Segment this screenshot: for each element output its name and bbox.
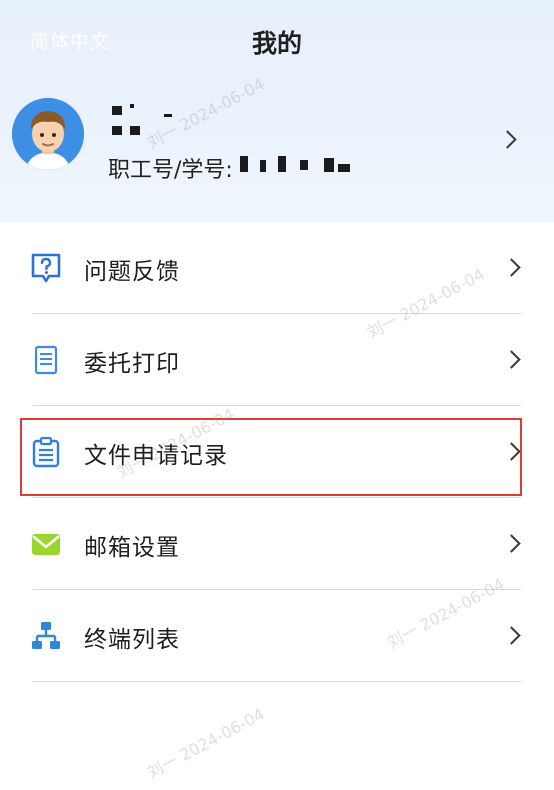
name-redacted xyxy=(108,104,198,136)
menu-item-label: 终端列表 xyxy=(84,627,180,653)
profile-card[interactable]: 职工号/学号: xyxy=(0,92,554,188)
staff-id-label: 职工号/学号: xyxy=(108,158,233,183)
chevron-right-icon xyxy=(502,626,521,645)
chevron-right-icon xyxy=(502,442,521,461)
user-avatar-icon xyxy=(12,98,84,170)
chevron-right-icon xyxy=(502,350,521,369)
page-title: 我的 xyxy=(251,29,302,58)
menu-item-label: 问题反馈 xyxy=(84,259,180,285)
chevron-right-icon xyxy=(502,534,521,553)
clipboard-record-icon xyxy=(32,436,60,468)
chevron-right-icon xyxy=(498,130,517,149)
feedback-question-icon xyxy=(31,253,61,283)
profile-header: 简体中文 我的 职工号/学号: xyxy=(0,0,554,222)
menu-item-mail-settings[interactable]: 邮箱设置 xyxy=(12,498,542,590)
menu-item-print[interactable]: 委托打印 xyxy=(12,314,542,406)
menu-list: 问题反馈 委托打印 文件申请记录 邮箱设置 终端列表 xyxy=(12,222,542,682)
terminal-network-icon xyxy=(32,622,60,649)
mail-envelope-icon xyxy=(32,534,60,555)
chevron-right-icon xyxy=(502,258,521,277)
menu-item-label: 文件申请记录 xyxy=(84,443,228,469)
menu-item-file-application-records[interactable]: 文件申请记录 xyxy=(12,406,542,498)
menu-item-terminal-list[interactable]: 终端列表 xyxy=(12,590,542,682)
staff-id-redacted xyxy=(240,156,360,176)
avatar xyxy=(12,98,84,170)
menu-item-label: 委托打印 xyxy=(84,351,180,377)
divider xyxy=(33,681,521,682)
menu-item-label: 邮箱设置 xyxy=(84,535,180,561)
document-print-icon xyxy=(34,345,58,375)
menu-item-feedback[interactable]: 问题反馈 xyxy=(12,222,542,314)
watermark: 刘一 2024-06-04 xyxy=(143,704,268,783)
